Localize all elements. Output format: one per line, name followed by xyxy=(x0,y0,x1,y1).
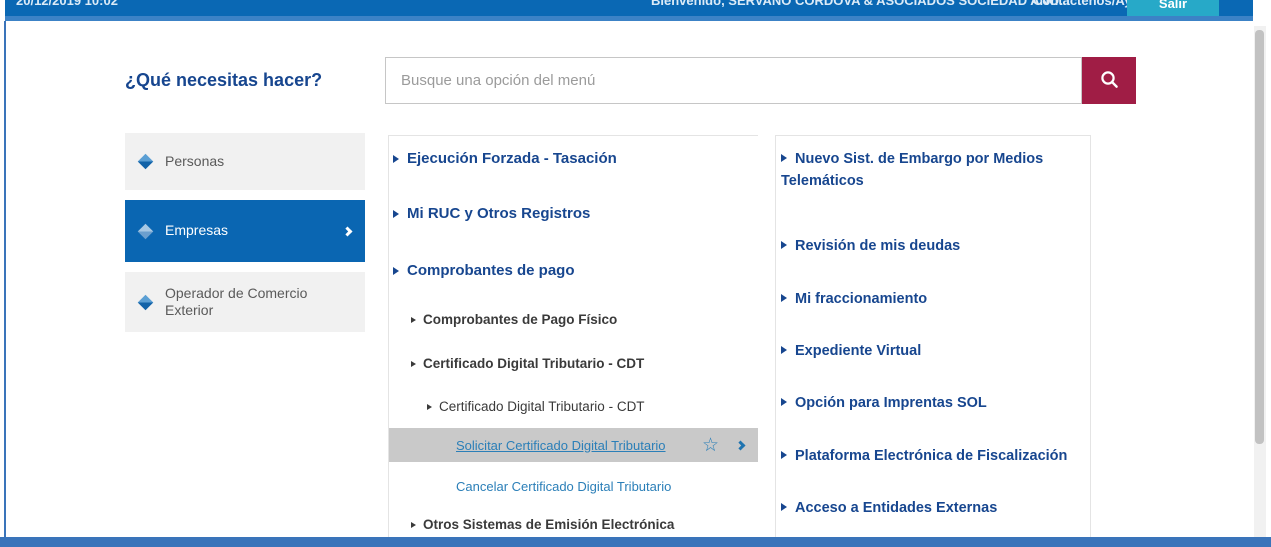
magnifier-icon xyxy=(1099,69,1120,93)
menu-tree-panel: Ejecución Forzada - Tasación Mi RUC y Ot… xyxy=(388,135,758,537)
top-bar: 20/12/2019 10:02 Bienvenido, SERVANO COR… xyxy=(5,0,1253,21)
triangle-right-icon xyxy=(393,154,399,163)
page-title: ¿Qué necesitas hacer? xyxy=(125,70,323,90)
search-button[interactable] xyxy=(1082,57,1136,104)
service-item-expediente-virtual[interactable]: Expediente Virtual xyxy=(776,341,1081,363)
favorite-star-icon[interactable]: ☆ xyxy=(702,436,719,455)
triangle-right-icon xyxy=(781,398,787,407)
welcome-label: Bienvenido, SERVANO CORDOVA & ASOCIADOS … xyxy=(651,0,1070,8)
service-item-label: Acceso a Entidades Externas xyxy=(795,500,998,516)
menu-item-label: Certificado Digital Tributario - CDT xyxy=(423,356,645,371)
menu-item-label: Comprobantes de Pago Físico xyxy=(423,312,618,327)
menu-item-comprobantes-de-pago[interactable]: Comprobantes de pago xyxy=(389,262,758,279)
menu-item-solicitar-cdt-selected[interactable]: Solicitar Certificado Digital Tributario… xyxy=(389,428,758,462)
diamond-icon xyxy=(137,294,154,310)
triangle-right-icon xyxy=(781,451,787,460)
menu-item-cdt-subgroup[interactable]: Certificado Digital Tributario - CDT xyxy=(389,399,758,414)
service-item-label: Expediente Virtual xyxy=(795,343,922,359)
service-item-label: Nuevo Sist. de Embargo por Medios Telemá… xyxy=(781,151,1044,189)
menu-item-otros-sistemas-emision[interactable]: Otros Sistemas de Emisión Electrónica xyxy=(389,517,758,532)
service-item-label: Revisión de mis deudas xyxy=(795,238,961,254)
service-item-label: Mi fraccionamiento xyxy=(795,291,928,307)
service-item-revision-deudas[interactable]: Revisión de mis deudas xyxy=(776,236,1081,258)
menu-item-label: Ejecución Forzada - Tasación xyxy=(407,150,617,167)
page-left-border xyxy=(4,21,6,537)
sidebar-item-operador-comercio-exterior[interactable]: Operador de Comercio Exterior xyxy=(125,272,365,332)
search-input[interactable] xyxy=(385,57,1082,104)
chevron-right-icon xyxy=(342,226,353,236)
triangle-right-icon xyxy=(781,503,787,512)
diamond-icon xyxy=(137,153,154,170)
chevron-right-icon xyxy=(735,436,746,454)
page-bottom-border xyxy=(0,537,1271,547)
menu-item-cdt-group[interactable]: Certificado Digital Tributario - CDT xyxy=(389,356,758,371)
service-item-entidades-externas[interactable]: Acceso a Entidades Externas xyxy=(776,498,1081,520)
datetime-label: 20/12/2019 10:02 xyxy=(16,0,118,8)
services-panel: Nuevo Sist. de Embargo por Medios Telemá… xyxy=(775,135,1091,537)
triangle-right-icon xyxy=(781,154,787,163)
logout-button[interactable]: Salir xyxy=(1127,0,1219,16)
triangle-right-icon xyxy=(411,521,416,528)
diamond-icon xyxy=(137,223,154,239)
menu-item-label: Otros Sistemas de Emisión Electrónica xyxy=(423,517,675,532)
service-item-mi-fraccionamiento[interactable]: Mi fraccionamiento xyxy=(776,289,1081,311)
sidebar-item-personas[interactable]: Personas xyxy=(125,133,365,190)
triangle-right-icon xyxy=(393,209,399,218)
menu-item-comprobantes-pago-fisico[interactable]: Comprobantes de Pago Físico xyxy=(389,312,758,327)
sidebar-item-empresas[interactable]: Empresas xyxy=(125,200,365,262)
sidebar-item-label: Operador de Comercio Exterior xyxy=(165,284,308,319)
triangle-right-icon xyxy=(427,403,432,410)
triangle-right-icon xyxy=(781,346,787,355)
menu-item-cancelar-cdt[interactable]: Cancelar Certificado Digital Tributario xyxy=(389,479,758,494)
service-item-label: Opción para Imprentas SOL xyxy=(795,395,987,411)
triangle-right-icon xyxy=(781,294,787,303)
service-item-embargo-telematico[interactable]: Nuevo Sist. de Embargo por Medios Telemá… xyxy=(776,149,1081,193)
triangle-right-icon xyxy=(411,316,416,323)
solicitar-cdt-link[interactable]: Solicitar Certificado Digital Tributario xyxy=(456,438,666,453)
triangle-right-icon xyxy=(393,266,399,275)
triangle-right-icon xyxy=(781,241,787,250)
triangle-right-icon xyxy=(411,360,416,367)
scrollbar-thumb[interactable] xyxy=(1255,30,1264,444)
menu-item-label: Mi RUC y Otros Registros xyxy=(407,205,591,222)
service-item-label: Plataforma Electrónica de Fiscalización xyxy=(795,448,1068,464)
vertical-scrollbar[interactable] xyxy=(1254,26,1266,537)
service-item-plataforma-fiscalizacion[interactable]: Plataforma Electrónica de Fiscalización xyxy=(776,446,1081,468)
menu-item-ejecucion-forzada[interactable]: Ejecución Forzada - Tasación xyxy=(389,150,758,167)
sidebar-item-label: Personas xyxy=(165,152,225,169)
sidebar-item-label: Empresas xyxy=(165,222,229,239)
menu-item-mi-ruc[interactable]: Mi RUC y Otros Registros xyxy=(389,205,758,222)
menu-item-label: Comprobantes de pago xyxy=(407,262,575,279)
service-item-imprentas-sol[interactable]: Opción para Imprentas SOL xyxy=(776,393,1081,415)
menu-item-label: Certificado Digital Tributario - CDT xyxy=(439,399,645,414)
cancelar-cdt-link[interactable]: Cancelar Certificado Digital Tributario xyxy=(456,479,671,494)
